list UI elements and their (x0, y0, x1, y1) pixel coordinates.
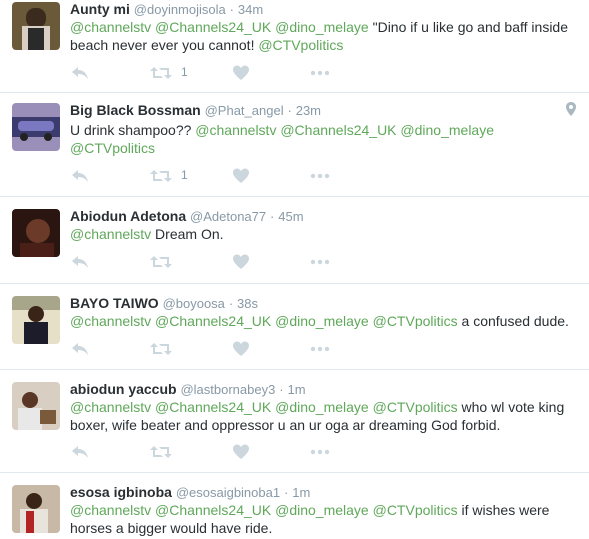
more-icon[interactable] (310, 443, 330, 461)
mention-link[interactable]: @channelstv (70, 226, 151, 242)
retweet-icon[interactable] (150, 443, 172, 461)
tweet[interactable]: abiodun yaccub @lastbornabey3 · 1m @chan… (0, 370, 589, 473)
separator: · (229, 2, 234, 17)
display-name[interactable]: Big Black Bossman (70, 102, 201, 118)
retweet-icon[interactable] (150, 167, 172, 185)
tweet-text: @channelstv @Channels24_UK @dino_melaye … (70, 398, 575, 434)
user-handle[interactable]: @esosaigbinoba1 (176, 485, 280, 500)
mention-link[interactable]: @Channels24_UK (280, 122, 396, 138)
more-icon[interactable] (310, 340, 330, 358)
reply-icon[interactable] (70, 64, 90, 82)
mention-link[interactable]: @channelstv (70, 399, 151, 415)
mention-link[interactable]: @CTVpolitics (373, 313, 458, 329)
retweet-icon[interactable] (150, 340, 172, 358)
separator: · (287, 103, 292, 118)
user-handle[interactable]: @boyoosa (163, 296, 225, 311)
mention-link[interactable]: @dino_melaye (275, 502, 369, 518)
reply-icon[interactable] (70, 340, 90, 358)
mention-link[interactable]: @dino_melaye (275, 399, 369, 415)
display-name[interactable]: abiodun yaccub (70, 381, 177, 397)
tweet-text: U drink shampoo?? @channelstv @Channels2… (70, 121, 575, 157)
mention-link[interactable]: @channelstv (70, 502, 151, 518)
display-name[interactable]: Abiodun Adetona (70, 208, 186, 224)
tweet-text-segment: a confused dude. (457, 313, 569, 329)
mention-link[interactable]: @dino_melaye (275, 313, 369, 329)
tweet-text: @channelstv @Channels24_UK @dino_melaye … (70, 312, 575, 330)
tweet[interactable]: Aunty mi @doyinmojisola · 34m @channelst… (0, 0, 589, 93)
location-pin-icon[interactable] (565, 101, 577, 122)
tweet[interactable]: Abiodun Adetona @Adetona77 · 45m @channe… (0, 197, 589, 284)
reply-icon[interactable] (70, 443, 90, 461)
heart-icon[interactable] (232, 64, 250, 82)
mention-link[interactable]: @Channels24_UK (155, 313, 271, 329)
mention-link[interactable]: @dino_melaye (275, 19, 369, 35)
mention-link[interactable]: @CTVpolitics (258, 37, 343, 53)
retweet-icon[interactable] (150, 64, 172, 82)
separator: · (283, 485, 289, 500)
heart-icon[interactable] (232, 167, 250, 185)
more-icon[interactable] (310, 253, 330, 271)
heart-icon[interactable] (232, 443, 250, 461)
mention-link[interactable]: @CTVpolitics (373, 399, 458, 415)
tweet-text-segment: U drink shampoo?? (70, 122, 196, 138)
mention-link[interactable]: @channelstv (195, 122, 276, 138)
user-handle[interactable]: @doyinmojisola (134, 2, 226, 17)
retweet-count: 1 (181, 168, 188, 182)
tweet-text: @channelstv @Channels24_UK @dino_melaye … (70, 501, 575, 537)
more-icon[interactable] (310, 64, 330, 82)
avatar[interactable] (12, 2, 60, 50)
separator: · (270, 209, 275, 224)
mention-link[interactable]: @Channels24_UK (155, 19, 271, 35)
user-handle[interactable]: @lastbornabey3 (180, 382, 275, 397)
avatar[interactable] (12, 103, 60, 151)
more-icon[interactable] (310, 167, 330, 185)
mention-link[interactable]: @channelstv (70, 313, 151, 329)
timestamp[interactable]: 1m (292, 485, 310, 500)
mention-link[interactable]: @Channels24_UK (155, 502, 271, 518)
tweet-text-segment: Dream On. (151, 226, 224, 242)
display-name[interactable]: BAYO TAIWO (70, 295, 159, 311)
tweet[interactable]: esosa igbinoba @esosaigbinoba1 · 1m @cha… (0, 473, 589, 539)
tweet-text: @channelstv @Channels24_UK @dino_melaye … (70, 18, 575, 54)
display-name[interactable]: Aunty mi (70, 1, 130, 17)
tweet[interactable]: BAYO TAIWO @boyoosa · 38s @channelstv @C… (0, 284, 589, 370)
timestamp[interactable]: 34m (238, 2, 263, 17)
user-handle[interactable]: @Phat_angel (205, 103, 284, 118)
timestamp[interactable]: 23m (296, 103, 321, 118)
tweet-text: @channelstv Dream On. (70, 225, 575, 243)
mention-link[interactable]: @channelstv (70, 19, 151, 35)
heart-icon[interactable] (232, 340, 250, 358)
timestamp[interactable]: 1m (287, 382, 305, 397)
avatar[interactable] (12, 209, 60, 257)
timestamp[interactable]: 38s (237, 296, 258, 311)
reply-icon[interactable] (70, 167, 90, 185)
reply-icon[interactable] (70, 253, 90, 271)
avatar[interactable] (12, 382, 60, 430)
avatar[interactable] (12, 296, 60, 344)
mention-link[interactable]: @CTVpolitics (70, 140, 155, 156)
mention-link[interactable]: @dino_melaye (400, 122, 494, 138)
separator: · (228, 296, 234, 311)
heart-icon[interactable] (232, 253, 250, 271)
retweet-icon[interactable] (150, 253, 172, 271)
mention-link[interactable]: @Channels24_UK (155, 399, 271, 415)
tweet[interactable]: Big Black Bossman @Phat_angel · 23m U dr… (0, 93, 589, 197)
display-name[interactable]: esosa igbinoba (70, 484, 172, 500)
mention-link[interactable]: @CTVpolitics (373, 502, 458, 518)
avatar[interactable] (12, 485, 60, 533)
retweet-count: 1 (181, 65, 188, 79)
separator: · (279, 382, 284, 397)
timestamp[interactable]: 45m (278, 209, 303, 224)
user-handle[interactable]: @Adetona77 (190, 209, 266, 224)
